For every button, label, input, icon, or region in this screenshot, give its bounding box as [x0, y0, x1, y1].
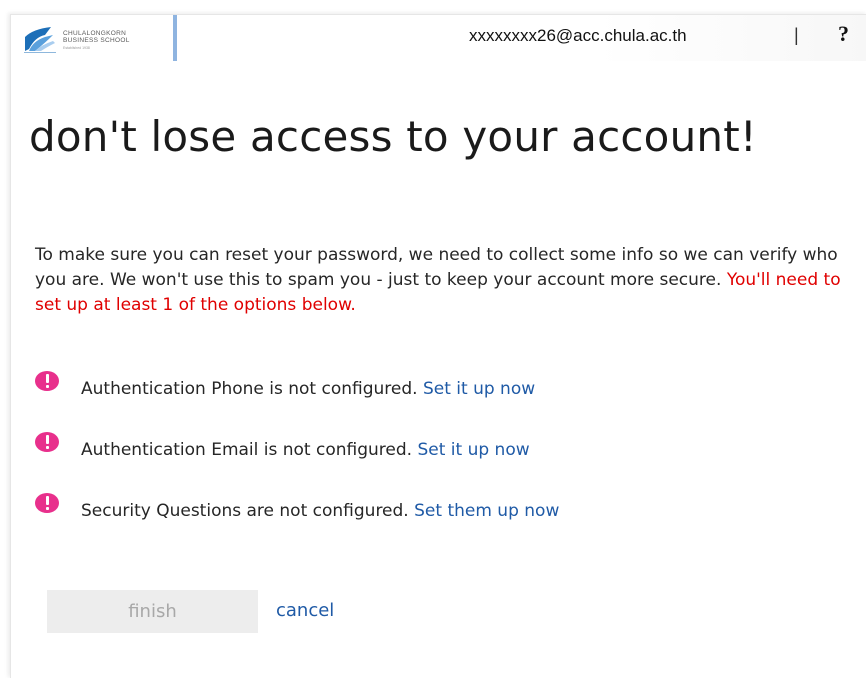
- header-separator: |: [794, 25, 799, 45]
- logo-tagline: Established 1938: [63, 46, 90, 50]
- setup-questions-link[interactable]: Set them up now: [414, 501, 559, 521]
- status-message: Authentication Email is not configured.: [81, 440, 413, 460]
- header-divider: [173, 15, 177, 61]
- status-text-questions: Security Questions are not configured. S…: [81, 501, 559, 521]
- logo-line-2: BUSINESS SCHOOL: [63, 37, 130, 44]
- exclamation-icon: [35, 493, 59, 513]
- intro-text: To make sure you can reset your password…: [35, 243, 845, 318]
- status-row-phone: Authentication Phone is not configured. …: [35, 371, 845, 403]
- status-row-email: Authentication Email is not configured. …: [35, 432, 845, 464]
- page-frame: CHULALONGKORN BUSINESS SCHOOL Establishe…: [10, 14, 866, 678]
- page-title: don't lose access to your account!: [29, 112, 757, 161]
- logo-wordmark: CHULALONGKORN BUSINESS SCHOOL: [63, 30, 130, 44]
- status-text-phone: Authentication Phone is not configured. …: [81, 379, 535, 399]
- status-row-questions: Security Questions are not configured. S…: [35, 493, 845, 525]
- setup-phone-link[interactable]: Set it up now: [423, 379, 535, 399]
- status-text-email: Authentication Email is not configured. …: [81, 440, 530, 460]
- help-icon[interactable]: ?: [838, 21, 849, 47]
- status-message: Authentication Phone is not configured.: [81, 379, 418, 399]
- user-email: xxxxxxxx26@acc.chula.ac.th: [469, 26, 687, 45]
- header-bar: CHULALONGKORN BUSINESS SCHOOL Establishe…: [11, 15, 866, 61]
- setup-email-link[interactable]: Set it up now: [417, 440, 529, 460]
- chula-logo: CHULALONGKORN BUSINESS SCHOOL Establishe…: [23, 27, 163, 57]
- exclamation-icon: [35, 432, 59, 452]
- finish-button[interactable]: finish: [47, 590, 258, 633]
- status-message: Security Questions are not configured.: [81, 501, 409, 521]
- exclamation-icon: [35, 371, 59, 391]
- cancel-link[interactable]: cancel: [276, 600, 334, 621]
- logo-line-1: CHULALONGKORN: [63, 30, 127, 37]
- intro-body: To make sure you can reset your password…: [35, 245, 838, 290]
- chula-logo-icon: [23, 27, 57, 57]
